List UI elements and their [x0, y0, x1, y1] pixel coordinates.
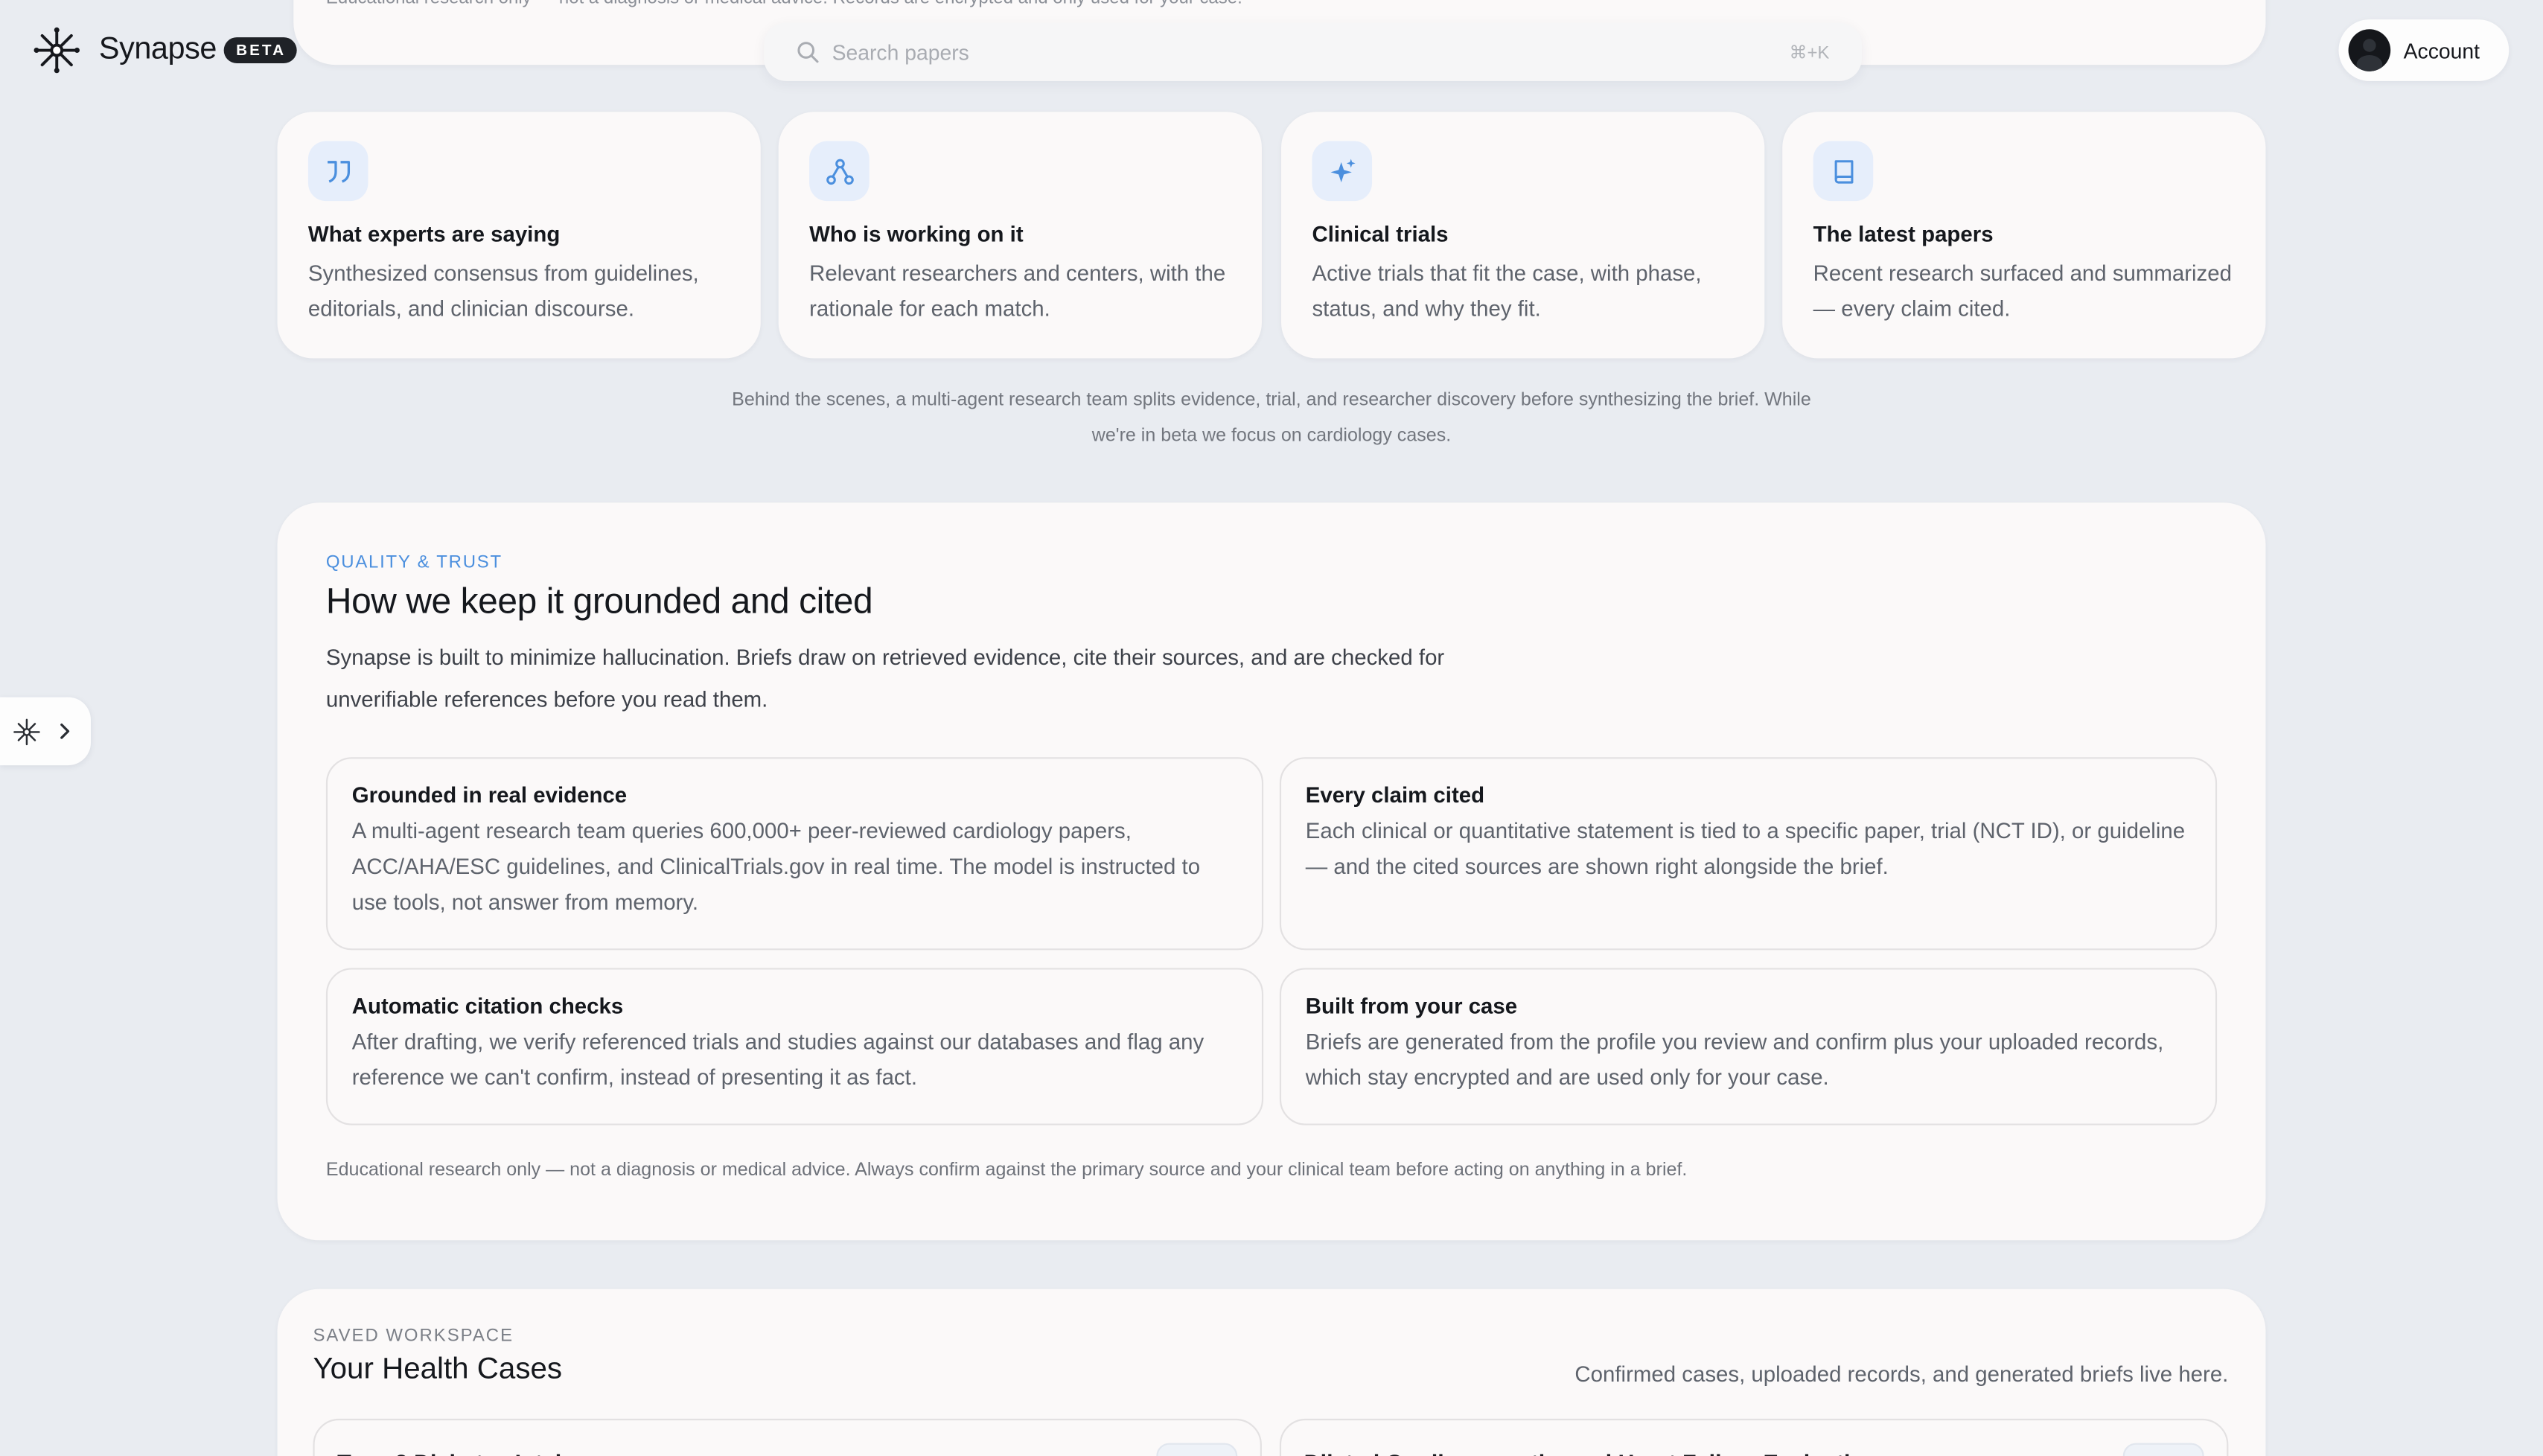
case-title: Dilated Cardiomyopathy and Heart Failure… — [1304, 1449, 1878, 1456]
top-card-disclaimer: Educational research only — not a diagno… — [326, 0, 1242, 8]
search-shortcut: ⌘+K — [1789, 42, 1830, 63]
behind-the-scenes-text: Behind the scenes, a multi-agent researc… — [732, 390, 1811, 446]
quality-card-description: Each clinical or quantitative statement … — [1305, 818, 2186, 879]
sparkle-icon — [1330, 158, 1355, 182]
quality-card-description: After drafting, we verify referenced tri… — [351, 1029, 1205, 1090]
workspace-eyebrow: SAVED WORKSPACE — [313, 1326, 514, 1346]
case-badge — [2122, 1443, 2204, 1456]
feature-title: Who is working on it — [809, 222, 1024, 247]
quality-card-title: Built from your case — [1305, 994, 1518, 1018]
feature-card-trials: Clinical trials Active trials that fit t… — [1281, 112, 1765, 359]
quality-card-description: A multi-agent research team queries 600,… — [351, 818, 1201, 915]
beta-badge: BETA — [223, 37, 298, 63]
feature-description: Recent research surfaced and summarized … — [1813, 261, 2232, 322]
feature-title: What experts are saying — [307, 222, 561, 247]
quote-icon — [326, 160, 349, 182]
search-icon — [797, 42, 819, 63]
feature-description: Active trials that fit the case, with ph… — [1312, 261, 1702, 322]
workspace-note: Confirmed cases, uploaded records, and g… — [1574, 1361, 2229, 1387]
feature-title: Clinical trials — [1312, 222, 1449, 247]
feature-card-experts: What experts are saying Synthesized cons… — [277, 112, 761, 359]
case-title: Type 2 Diabetes Intake — [337, 1449, 581, 1456]
quality-card-title: Grounded in real evidence — [351, 783, 628, 808]
sidebar-toggle[interactable] — [0, 697, 91, 766]
workspace-section: SAVED WORKSPACE Your Health Cases Confir… — [277, 1289, 2266, 1456]
chevron-right-icon — [60, 724, 70, 739]
feature-description: Relevant researchers and centers, with t… — [809, 261, 1226, 322]
section-title: How we keep it grounded and cited — [325, 580, 873, 622]
synapse-logo-icon — [13, 718, 40, 745]
avatar — [2348, 29, 2391, 71]
quality-card-cited: Every claim cited Each clinical or quant… — [1279, 757, 2218, 951]
feature-title: The latest papers — [1813, 222, 1994, 247]
quality-card-title: Automatic citation checks — [351, 994, 624, 1018]
quality-card-description: Briefs are generated from the profile yo… — [1305, 1029, 2164, 1090]
brand[interactable]: Synapse BETA — [33, 26, 298, 74]
quality-section: QUALITY & TRUST How we keep it grounded … — [277, 502, 2266, 1241]
icon-tile — [1813, 141, 1874, 202]
network-icon — [826, 158, 853, 185]
case-card[interactable]: Type 2 Diabetes Intake — [313, 1418, 1262, 1456]
icon-tile — [809, 141, 870, 202]
feature-card-researchers: Who is working on it Relevant researcher… — [778, 112, 1262, 359]
section-eyebrow: QUALITY & TRUST — [325, 552, 502, 572]
account-button[interactable]: Account — [2338, 19, 2510, 81]
icon-tile — [1312, 141, 1373, 202]
icon-tile — [307, 141, 368, 202]
search-input[interactable] — [832, 39, 1790, 65]
search-bar[interactable]: ⌘+K — [764, 22, 1862, 81]
brand-name: Synapse — [98, 32, 217, 67]
disclaimer: Educational research only — not a diagno… — [325, 1160, 1688, 1181]
book-icon — [1834, 159, 1853, 183]
case-card[interactable]: Dilated Cardiomyopathy and Heart Failure… — [1279, 1418, 2229, 1456]
quality-card-title: Every claim cited — [1305, 783, 1485, 808]
quality-card-citation-checks: Automatic citation checks After drafting… — [325, 968, 1264, 1125]
case-badge — [1156, 1443, 1238, 1456]
quality-card-built-from-case: Built from your case Briefs are generate… — [1279, 968, 2218, 1125]
feature-description: Synthesized consensus from guidelines, e… — [307, 261, 699, 322]
account-label: Account — [2403, 38, 2480, 63]
feature-card-papers: The latest papers Recent research surfac… — [1782, 112, 2266, 359]
quality-card-grounded: Grounded in real evidence A multi-agent … — [325, 757, 1264, 951]
workspace-title: Your Health Cases — [313, 1350, 563, 1385]
section-lead: Synapse is built to minimize hallucinati… — [325, 645, 1445, 712]
synapse-logo-icon — [33, 27, 80, 74]
